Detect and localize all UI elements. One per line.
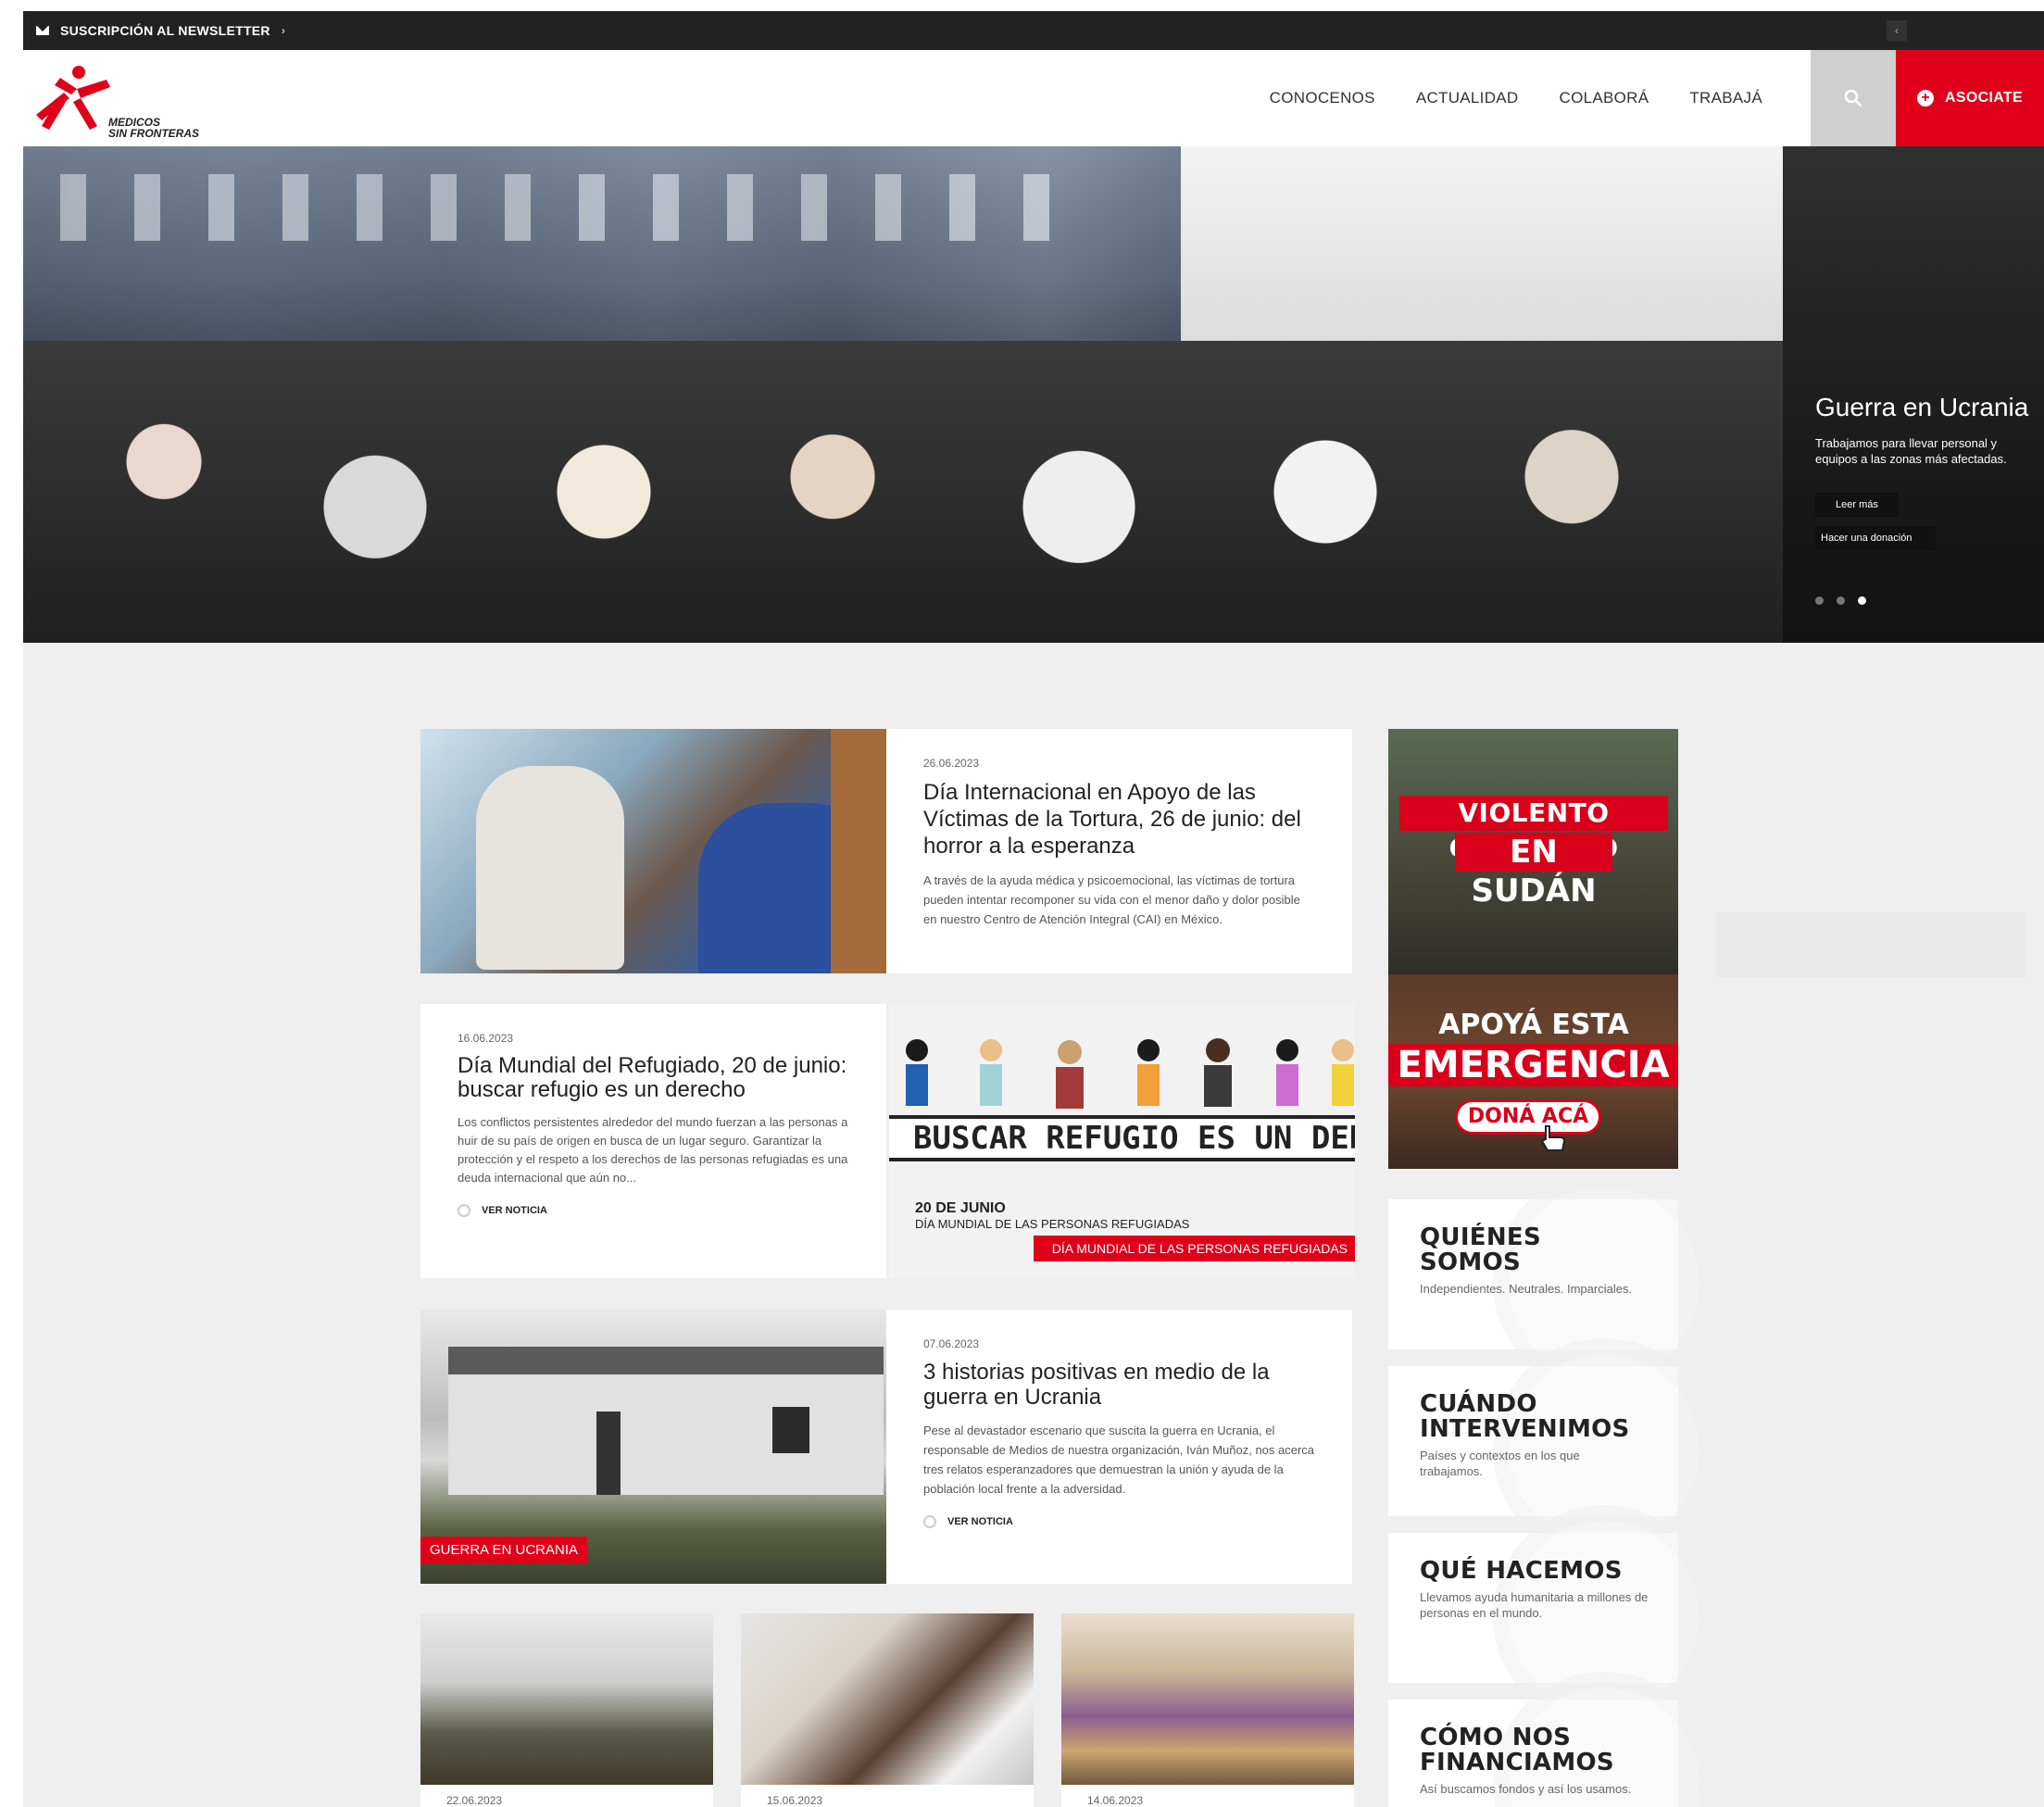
- hero-caption: Guerra en Ucrania Trabajamos para llevar…: [1815, 393, 2044, 550]
- news-excerpt: A través de la ayuda médica y psicoemoci…: [923, 873, 1300, 926]
- hero-slider: Guerra en Ucrania Trabajamos para llevar…: [23, 146, 2044, 643]
- msf-logo[interactable]: MEDICOS SIN FRONTERAS: [32, 61, 199, 139]
- news-card-1[interactable]: 26.06.2023 Día Internacional en Apoyo de…: [886, 729, 1352, 973]
- news-image-2[interactable]: BUSCAR REFUGIO ES UN DERECHO 20 DE JUNIO…: [889, 1004, 1355, 1278]
- news-card-3[interactable]: 07.06.2023 3 historias positivas en medi…: [886, 1310, 1352, 1584]
- news-image-1[interactable]: [420, 729, 886, 973]
- info-quienes-somos[interactable]: QUIÉNES SOMOS Independientes. Neutrales.…: [1388, 1172, 1715, 1394]
- news-card-2[interactable]: 16.06.2023 Día Mundial del Refugiado, 20…: [420, 1004, 886, 1278]
- search-icon: [1844, 89, 1862, 107]
- mini-card-3[interactable]: 14.06.2023: [1061, 1613, 1354, 1807]
- page: SUSCRIPCIÓN AL NEWSLETTER › ‹ MEDICOS SI…: [23, 11, 2044, 1807]
- hero-text: Trabajamos para llevar personal y equipo…: [1815, 436, 2007, 466]
- pointer-hand-icon: [1540, 1125, 1566, 1151]
- slider-dots: [1815, 596, 1879, 605]
- slider-dot-3[interactable]: [1858, 596, 1866, 605]
- sky-shape: [1181, 146, 1783, 369]
- banner-line-1: VIOLENTO CONFLICTO: [1399, 796, 1668, 863]
- info-title: CUÁNDO INTERVENIMOS: [1420, 1390, 1630, 1443]
- site-header: MEDICOS SIN FRONTERAS CONOCENOS ACTUALID…: [23, 50, 2044, 146]
- info-cuando-intervenimos[interactable]: CUÁNDO INTERVENIMOS Países y contextos e…: [1388, 1338, 1715, 1561]
- nav-trabaja[interactable]: TRABAJÁ: [1689, 89, 1762, 107]
- info-que-hacemos[interactable]: QUÉ HACEMOS Llevamos ayuda humanitaria a…: [1388, 1505, 1715, 1727]
- crowd-shape: [23, 341, 1783, 643]
- news-date: 22.06.2023: [446, 1794, 503, 1807]
- news-title[interactable]: 3 historias positivas en medio de la gue…: [923, 1360, 1312, 1410]
- hero-title: Guerra en Ucrania: [1815, 393, 2029, 421]
- slider-dot-1[interactable]: [1815, 596, 1824, 605]
- chevron-right-icon: ›: [281, 24, 286, 37]
- info-text: Independientes. Neutrales. Imparciales.: [1420, 1282, 1633, 1296]
- info-title: QUÉ HACEMOS: [1420, 1557, 1623, 1585]
- news-date: 15.06.2023: [767, 1794, 823, 1807]
- join-button[interactable]: + ASOCIATE: [1896, 50, 2044, 146]
- image-tag: DÍA MUNDIAL DE LAS PERSONAS REFUGIADAS: [1033, 1236, 1355, 1261]
- top-bar: SUSCRIPCIÓN AL NEWSLETTER › ‹: [23, 11, 2044, 50]
- news-title[interactable]: Día Internacional en Apoyo de las Víctim…: [923, 779, 1312, 860]
- news-excerpt: Los conflictos persistentes alrededor de…: [458, 1115, 848, 1185]
- donate-button[interactable]: Hacer una donación: [1815, 526, 1936, 550]
- info-title: CÓMO NOS FINANCIAMOS: [1420, 1724, 1614, 1776]
- join-label: ASOCIATE: [1945, 90, 2023, 106]
- mini-card-2[interactable]: 15.06.2023: [741, 1613, 1034, 1807]
- newsletter-label: SUSCRIPCIÓN AL NEWSLETTER: [60, 23, 270, 38]
- donate-here-button[interactable]: DONÁ ACÁ: [1455, 1099, 1601, 1135]
- news-date: 07.06.2023: [923, 1337, 980, 1350]
- info-como-nos-financiamos[interactable]: CÓMO NOS FINANCIAMOS Así buscamos fondos…: [1388, 1672, 1715, 1807]
- circle-icon: [458, 1204, 470, 1217]
- banner-line-4: EMERGENCIA: [1388, 1044, 1678, 1086]
- news-date: 26.06.2023: [923, 757, 980, 770]
- nav-colabora[interactable]: COLABORÁ: [1560, 89, 1649, 107]
- info-title: QUIÉNES SOMOS: [1420, 1223, 1541, 1276]
- slider-dot-2[interactable]: [1837, 596, 1845, 605]
- read-news-link[interactable]: VER NOTICIA: [923, 1515, 1315, 1528]
- msf-logo-icon: [36, 66, 110, 130]
- hero-image: [23, 146, 1783, 643]
- info-text: Así buscamos fondos y así los usamos.: [1420, 1782, 1632, 1796]
- mini-card-1[interactable]: 22.06.2023: [420, 1613, 713, 1807]
- plus-circle-icon: +: [1917, 90, 1935, 107]
- sudan-donation-banner[interactable]: VIOLENTO CONFLICTO EN SUDÁN APOYÁ ESTA E…: [1388, 729, 1678, 1169]
- chevron-left-icon[interactable]: ‹: [1887, 20, 1907, 41]
- main-nav: CONOCENOS ACTUALIDAD COLABORÁ TRABAJÁ: [1229, 50, 1762, 146]
- nav-conocenos[interactable]: CONOCENOS: [1270, 89, 1375, 107]
- read-news-link[interactable]: VER NOTICIA: [458, 1204, 849, 1217]
- banner-line-2: EN SUDÁN: [1455, 833, 1612, 910]
- news-title[interactable]: Día Mundial del Refugiado, 20 de junio: …: [458, 1054, 856, 1102]
- news-image-3[interactable]: GUERRA EN UCRANIA: [420, 1310, 886, 1584]
- banner-line-3: APOYÁ ESTA: [1438, 1009, 1629, 1041]
- info-text: Llevamos ayuda humanitaria a millones de…: [1420, 1590, 1649, 1620]
- nav-actualidad[interactable]: ACTUALIDAD: [1416, 89, 1519, 107]
- faint-ad-box: [1716, 912, 2025, 977]
- newsletter-link[interactable]: SUSCRIPCIÓN AL NEWSLETTER ›: [23, 23, 285, 38]
- logo-text: MEDICOS SIN FRONTERAS: [108, 116, 200, 140]
- info-text: Países y contextos en los que trabajamos…: [1420, 1449, 1580, 1478]
- mail-icon: [36, 26, 49, 35]
- news-date: 14.06.2023: [1087, 1794, 1144, 1807]
- read-more-button[interactable]: Leer más: [1815, 493, 1899, 517]
- news-date: 16.06.2023: [458, 1032, 514, 1045]
- circle-icon: [923, 1515, 936, 1528]
- news-tag: GUERRA EN UCRANIA: [420, 1537, 588, 1563]
- news-excerpt: Pese al devastador escenario que suscita…: [923, 1424, 1315, 1496]
- search-button[interactable]: [1811, 50, 1896, 146]
- image-headline: BUSCAR REFUGIO ES UN DERECHO: [889, 1115, 1355, 1161]
